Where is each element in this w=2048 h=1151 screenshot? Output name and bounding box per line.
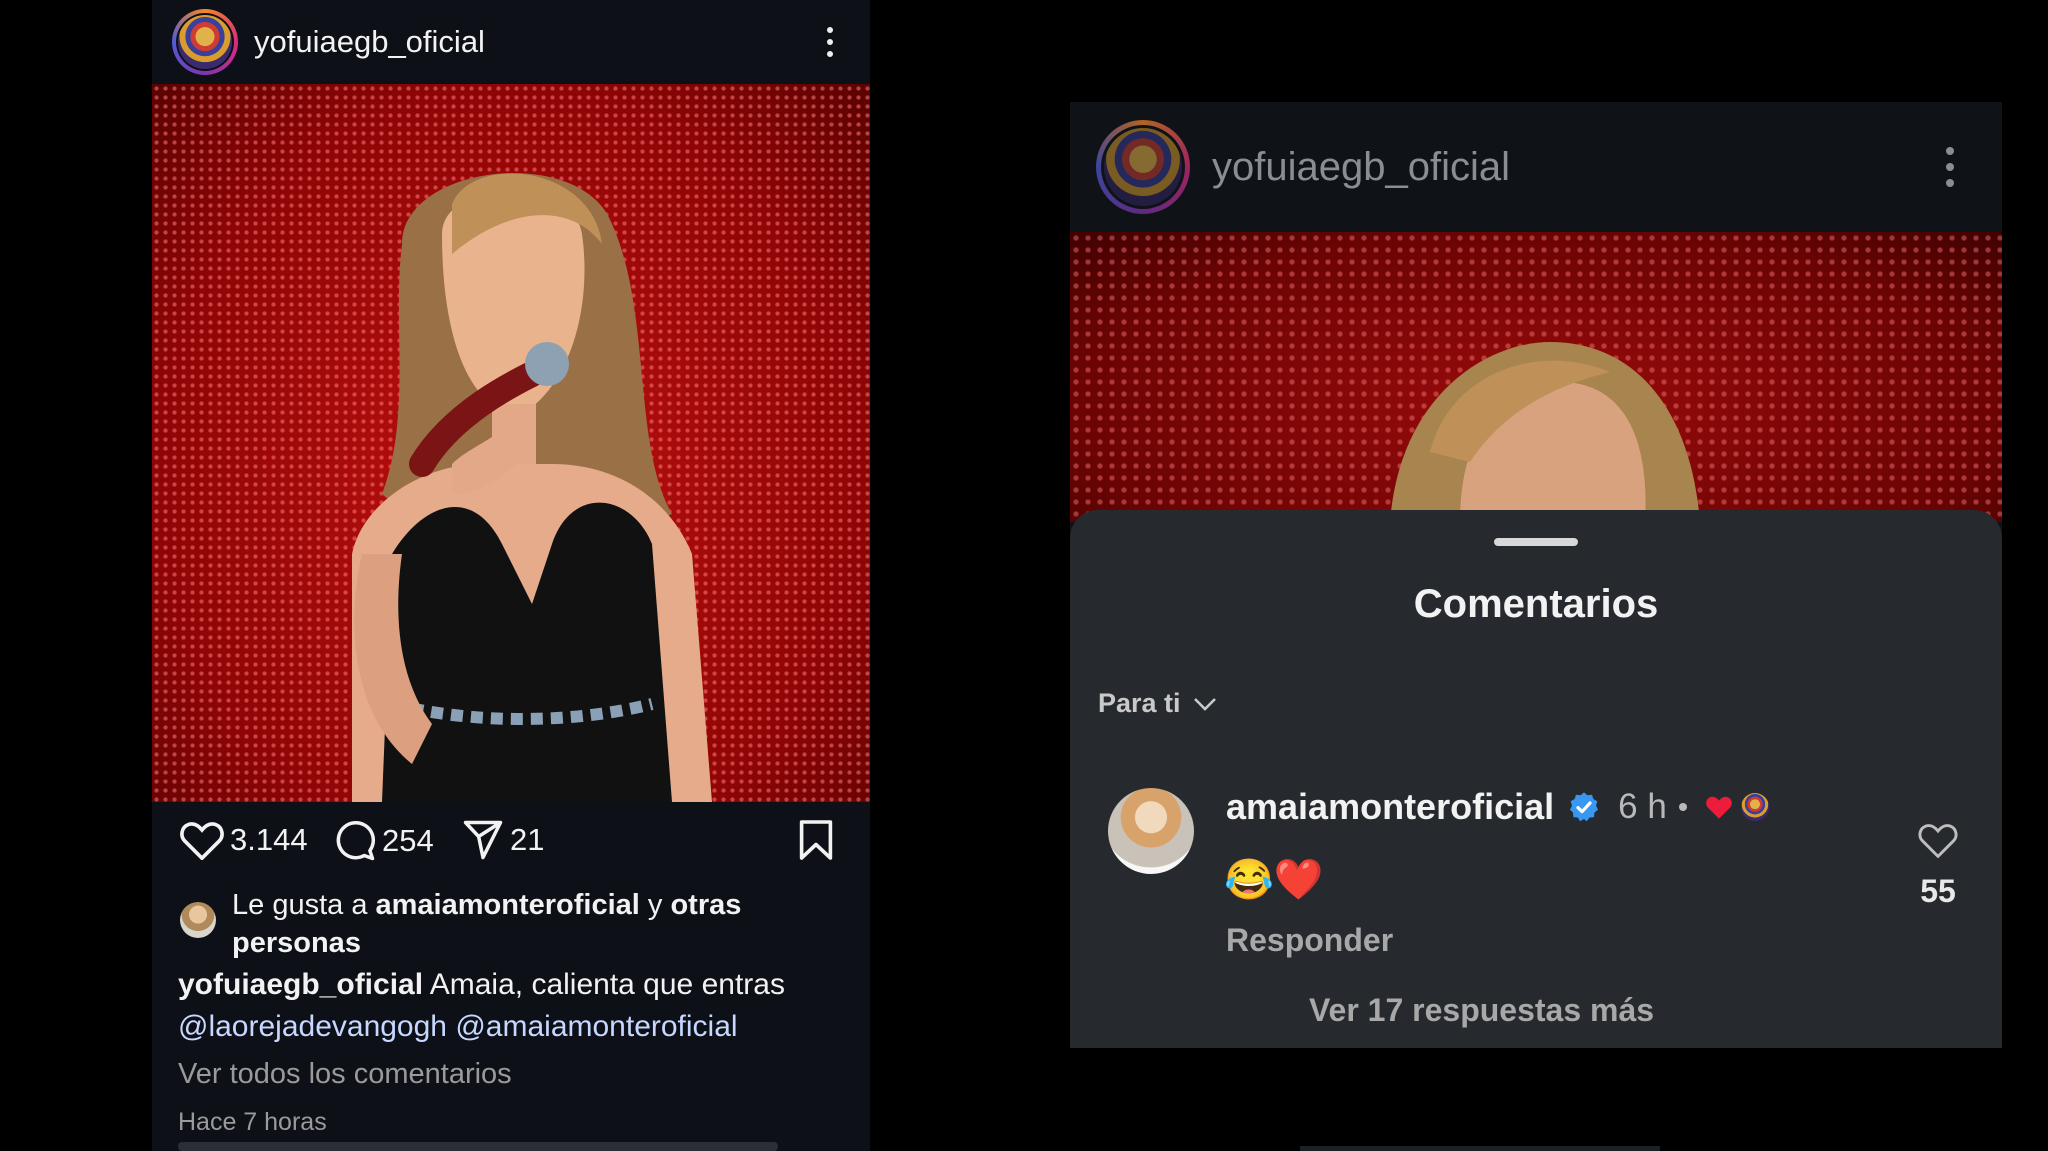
post-timestamp: Hace 7 horas xyxy=(178,1108,327,1136)
singer-illustration xyxy=(1390,342,1700,522)
sort-dropdown[interactable]: Para ti xyxy=(1098,688,1217,719)
chevron-down-icon xyxy=(1193,697,1216,711)
comment-count: 254 xyxy=(382,823,434,858)
post-panel: yofuiaegb_oficial 3.144 254 21 Le gusta … xyxy=(152,0,870,1151)
save-button[interactable] xyxy=(798,820,834,860)
post-header: yofuiaegb_oficial xyxy=(152,0,870,84)
comment-like-button[interactable]: 55 xyxy=(1912,822,1964,910)
caption-text: Amaia, calienta que entras xyxy=(423,968,785,1001)
commenter-avatar[interactable] xyxy=(1108,788,1194,874)
comment-like-count: 55 xyxy=(1920,873,1956,909)
creator-avatar-mini xyxy=(1740,793,1769,821)
kebab-menu-icon[interactable] xyxy=(1946,147,1954,187)
share-button[interactable]: 21 xyxy=(462,820,544,860)
share-count: 21 xyxy=(510,822,545,857)
creator-liked-heart-icon xyxy=(1705,796,1732,819)
comments-sheet: Comentarios Para ti amaiamonteroficial 6… xyxy=(1070,510,2002,1048)
post-photo[interactable] xyxy=(152,84,870,802)
post-username[interactable]: yofuiaegb_oficial xyxy=(1212,145,1510,190)
comment-text: 😂❤️ xyxy=(1224,858,1324,902)
caption-username[interactable]: yofuiaegb_oficial xyxy=(178,968,423,1001)
like-count: 3.144 xyxy=(230,822,308,857)
brand-logo xyxy=(178,15,232,69)
heart-icon xyxy=(180,822,224,860)
comments-panel: yofuiaegb_oficial Comentarios Para ti am… xyxy=(1070,102,2002,1048)
view-more-replies-link[interactable]: Ver 17 respuestas más xyxy=(1070,992,1893,1029)
post-username[interactable]: yofuiaegb_oficial xyxy=(254,24,485,60)
mention-link[interactable]: @amaiamonteroficial xyxy=(455,1010,737,1043)
reply-button[interactable]: Responder xyxy=(1226,922,1393,959)
post-actions: 3.144 254 21 xyxy=(152,820,870,870)
separator-dot xyxy=(1678,803,1687,811)
cutoff-text xyxy=(1300,1146,1660,1151)
post-header-dimmed: yofuiaegb_oficial xyxy=(1070,102,2002,232)
cutoff-text xyxy=(178,1142,778,1151)
liker-avatar xyxy=(180,902,216,938)
sheet-title: Comentarios xyxy=(1413,582,1659,626)
comment-button[interactable]: 254 xyxy=(334,820,434,862)
liked-by-text: Le gusta a amaiamonteroficial y otras pe… xyxy=(232,889,742,959)
verified-badge-icon xyxy=(1570,792,1599,822)
view-all-comments-link[interactable]: Ver todos los comentarios xyxy=(178,1058,512,1091)
post-caption: yofuiaegb_oficial Amaia, calienta que en… xyxy=(178,964,848,1048)
heart-icon xyxy=(1918,824,1958,859)
comment-header: amaiamonteroficial 6 h xyxy=(1226,786,1769,828)
bookmark-icon xyxy=(799,820,833,860)
comment-time: 6 h xyxy=(1618,787,1667,826)
profile-avatar[interactable] xyxy=(1096,120,1190,214)
post-photo-dimmed xyxy=(1070,232,2002,522)
mention-link[interactable]: @laorejadevangogh xyxy=(178,1010,447,1043)
comment-bubble-icon xyxy=(336,820,376,861)
like-button[interactable]: 3.144 xyxy=(180,820,308,860)
liked-by-row[interactable]: Le gusta a amaiamonteroficial y otras pe… xyxy=(180,886,840,962)
singer-illustration xyxy=(352,173,712,802)
sort-label: Para ti xyxy=(1098,688,1181,718)
profile-avatar[interactable] xyxy=(172,9,238,75)
kebab-menu-icon[interactable] xyxy=(826,27,834,57)
liked-by-user[interactable]: amaiamonteroficial xyxy=(376,889,640,921)
drag-handle[interactable] xyxy=(1494,538,1578,546)
comment-author[interactable]: amaiamonteroficial xyxy=(1226,786,1554,828)
brand-logo xyxy=(1104,128,1182,206)
send-icon xyxy=(463,820,503,860)
